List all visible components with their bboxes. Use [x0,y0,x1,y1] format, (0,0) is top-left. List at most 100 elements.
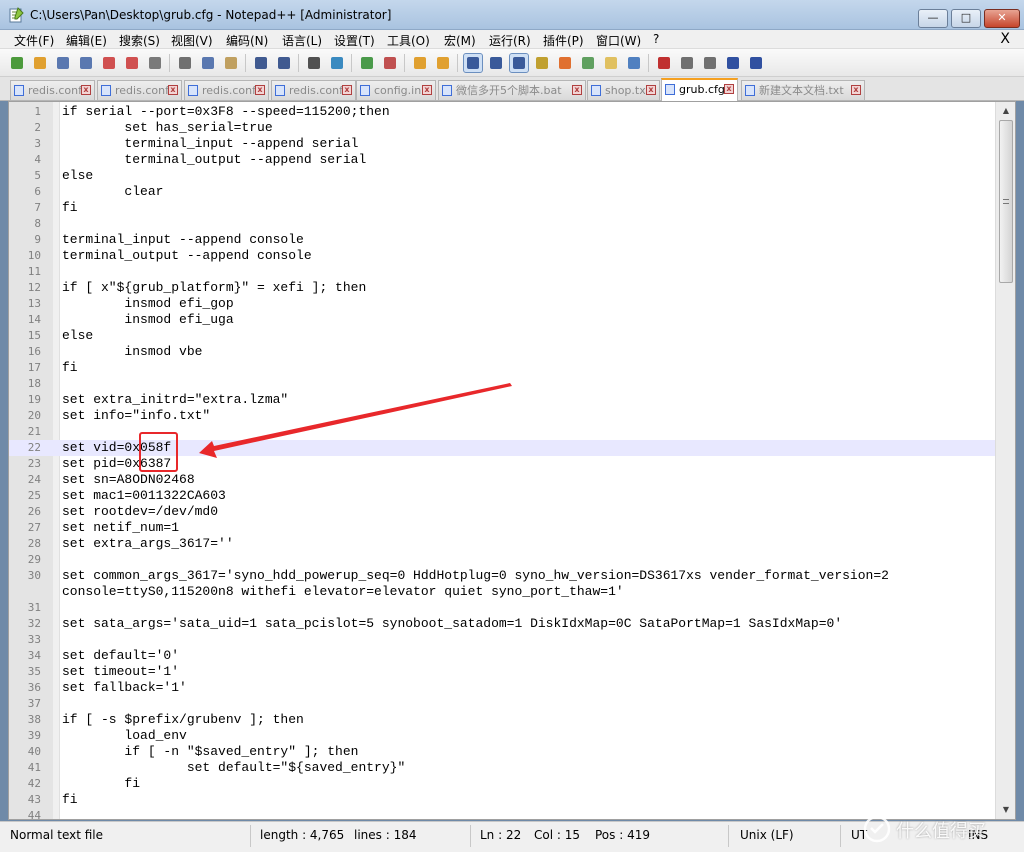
menu-item[interactable]: 视图(V) [171,32,213,49]
code-line[interactable]: 18 [9,376,995,392]
menu-item[interactable]: 运行(R) [489,32,531,49]
redo-icon[interactable] [275,54,293,72]
code-line[interactable]: 42 fi [9,776,995,792]
tab-close-icon[interactable]: x [255,85,265,95]
code-line[interactable]: 21 [9,424,995,440]
tab-close-icon[interactable]: x [851,85,861,95]
undo-icon[interactable] [252,54,270,72]
code-line[interactable]: 39 load_env [9,728,995,744]
code-line[interactable]: 9 terminal_input --append console [9,232,995,248]
code-line[interactable]: 27 set netif_num=1 [9,520,995,536]
tab-close-icon[interactable]: x [646,85,656,95]
minimize-button[interactable]: — [918,9,948,28]
sync-horizontal-icon[interactable] [434,54,452,72]
menu-item[interactable]: 窗口(W) [596,32,641,49]
menu-item[interactable]: 工具(O) [387,32,430,49]
code-line[interactable]: 2 set has_serial=true [9,120,995,136]
user-language-icon[interactable] [533,54,551,72]
menu-item[interactable]: 搜索(S) [119,32,160,49]
tab[interactable]: redis.conf x [271,80,356,100]
scroll-up-arrow[interactable]: ▲ [996,104,1015,118]
tab[interactable]: shop.txt x [587,80,660,100]
code-line[interactable]: 22 set vid=0x058f [9,440,995,456]
tab-close-icon[interactable]: x [572,85,582,95]
code-line[interactable]: 44 [9,808,995,819]
code-line[interactable]: 3 terminal_input --append serial [9,136,995,152]
indent-guide-icon[interactable] [509,53,529,73]
code-line[interactable]: console=ttyS0,115200n8 withefi elevator=… [9,584,995,600]
record-macro-icon[interactable] [655,54,673,72]
menu-item[interactable]: 语言(L) [282,32,322,49]
code-area[interactable]: 1 if serial --port=0x3F8 --speed=115200;t… [9,102,995,819]
close-button[interactable]: ✕ [984,9,1020,28]
new-file-icon[interactable] [8,54,26,72]
code-line[interactable]: 34 set default='0' [9,648,995,664]
menu-item[interactable]: ? [653,32,659,46]
stop-record-icon[interactable] [678,54,696,72]
tab-close-icon[interactable]: x [168,85,178,95]
tab[interactable]: redis.conf x [184,80,269,100]
print-icon[interactable] [146,54,164,72]
code-line[interactable]: 6 clear [9,184,995,200]
tab[interactable]: redis.conf x [10,80,95,100]
doc-map-icon[interactable] [556,54,574,72]
scrollbar-thumb[interactable] [999,120,1013,283]
code-line[interactable]: 7 fi [9,200,995,216]
play-macro-icon[interactable] [701,54,719,72]
code-line[interactable]: 36 set fallback='1' [9,680,995,696]
code-line[interactable]: 29 [9,552,995,568]
show-all-chars-icon[interactable] [487,54,505,72]
menu-item[interactable]: 文件(F) [14,32,54,49]
replace-icon[interactable] [328,54,346,72]
code-line[interactable]: 20 set info="info.txt" [9,408,995,424]
monitor-icon[interactable] [625,54,643,72]
run-macro-multiple-icon[interactable] [724,54,742,72]
menu-item[interactable]: 宏(M) [444,32,476,49]
vertical-scrollbar[interactable]: ▲ ▼ [995,102,1015,819]
menu-item[interactable]: 插件(P) [543,32,584,49]
code-line[interactable]: 33 [9,632,995,648]
menu-item[interactable]: 设置(T) [334,32,375,49]
code-line[interactable]: 26 set rootdev=/dev/md0 [9,504,995,520]
close-icon[interactable] [100,54,118,72]
tab[interactable]: config.ini x [356,80,436,100]
save-all-icon[interactable] [77,54,95,72]
paste-icon[interactable] [222,54,240,72]
code-line[interactable]: 19 set extra_initrd="extra.lzma" [9,392,995,408]
code-line[interactable]: 1 if serial --port=0x3F8 --speed=115200;t… [9,104,995,120]
copy-icon[interactable] [199,54,217,72]
code-line[interactable]: 32 set sata_args='sata_uid=1 sata_pcislot… [9,616,995,632]
code-line[interactable]: 10 terminal_output --append console [9,248,995,264]
code-line[interactable]: 23 set pid=0x6387 [9,456,995,472]
code-line[interactable]: 37 [9,696,995,712]
word-wrap-icon[interactable] [463,53,483,73]
code-line[interactable]: 14 insmod efi_uga [9,312,995,328]
code-line[interactable]: 15 else [9,328,995,344]
tab-close-icon[interactable]: x [342,85,352,95]
folder-workspace-icon[interactable] [602,54,620,72]
close-document-button[interactable]: X [1000,31,1010,47]
tab[interactable]: 新建文本文档.txt x [741,80,865,100]
save-macro-icon[interactable] [747,54,765,72]
code-line[interactable]: 16 insmod vbe [9,344,995,360]
tab[interactable]: redis.conf x [97,80,182,100]
cut-icon[interactable] [176,54,194,72]
code-line[interactable]: 25 set mac1=0011322CA603 [9,488,995,504]
zoom-in-icon[interactable] [358,54,376,72]
code-line[interactable]: 28 set extra_args_3617='' [9,536,995,552]
code-line[interactable]: 5 else [9,168,995,184]
code-line[interactable]: 24 set sn=A8ODN02468 [9,472,995,488]
menu-item[interactable]: 编辑(E) [66,32,107,49]
tab-close-icon[interactable]: x [81,85,91,95]
sync-vertical-icon[interactable] [411,54,429,72]
menu-item[interactable]: 编码(N) [226,32,268,49]
save-icon[interactable] [54,54,72,72]
code-line[interactable]: 12 if [ x"${grub_platform}" = xefi ]; the… [9,280,995,296]
code-line[interactable]: 4 terminal_output --append serial [9,152,995,168]
zoom-out-icon[interactable] [381,54,399,72]
code-line[interactable]: 11 [9,264,995,280]
code-line[interactable]: 43 fi [9,792,995,808]
close-all-icon[interactable] [123,54,141,72]
code-line[interactable]: 8 [9,216,995,232]
code-line[interactable]: 31 [9,600,995,616]
